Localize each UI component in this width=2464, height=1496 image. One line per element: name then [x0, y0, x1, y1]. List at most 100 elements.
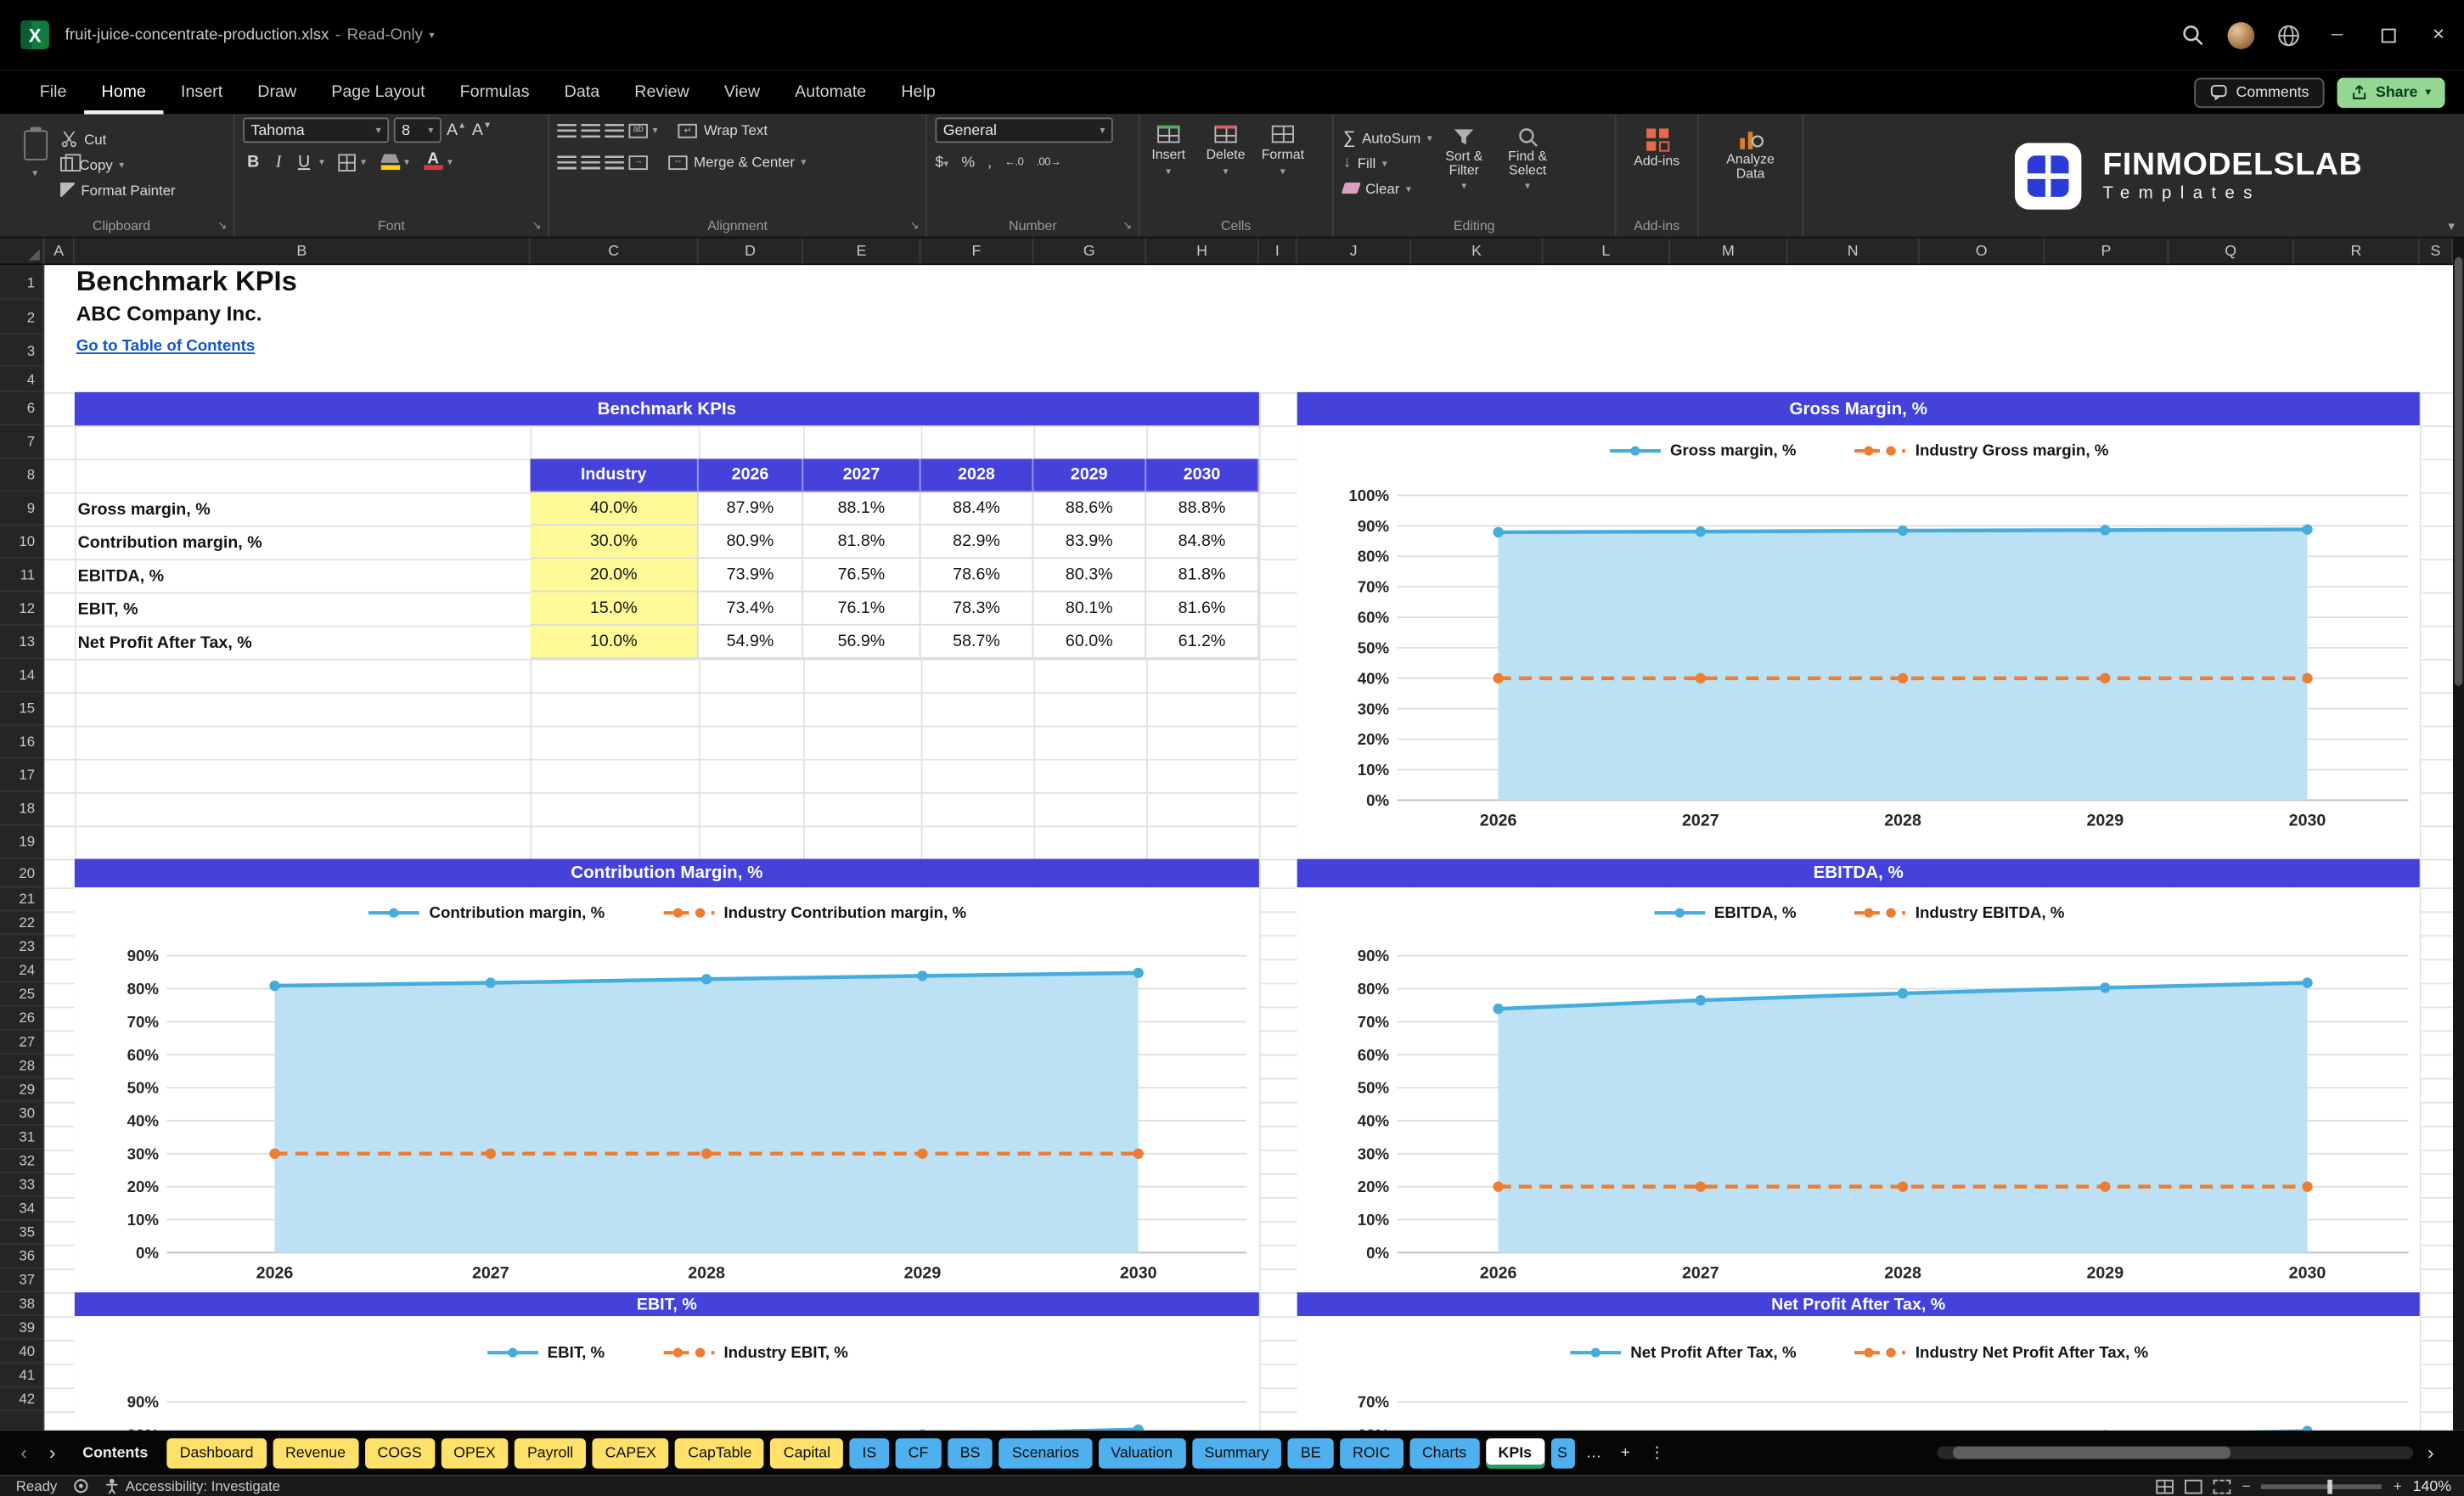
row-header-36[interactable]: 36 [0, 1245, 43, 1269]
tab-overflow-button[interactable]: … [1581, 1444, 1606, 1462]
fill-color-button[interactable] [380, 154, 400, 171]
zoom-out-button[interactable]: − [2242, 1478, 2251, 1494]
table-header-2028[interactable]: 2028 [920, 458, 1034, 492]
menu-tab-automate[interactable]: Automate [778, 70, 884, 114]
sheet-tab-capital[interactable]: Capital [770, 1437, 844, 1468]
ebitda-chart-banner[interactable]: EBITDA, % [1297, 858, 2420, 888]
kpi-value-cell[interactable]: 88.8% [1146, 492, 1259, 526]
font-color-button[interactable]: A [423, 152, 443, 171]
row-header-31[interactable]: 31 [0, 1126, 43, 1150]
sheet-tab-payroll[interactable]: Payroll [514, 1437, 587, 1468]
column-header-s[interactable]: S [2420, 238, 2453, 264]
decrease-decimal-button[interactable]: .00→ [1036, 156, 1061, 167]
sheet-tab-kpis[interactable]: KPIs [1485, 1437, 1545, 1468]
align-top-icon[interactable] [557, 122, 577, 138]
kpi-value-cell[interactable]: 81.8% [803, 525, 921, 560]
kpi-value-cell[interactable]: 81.8% [1146, 559, 1259, 593]
row-header-22[interactable]: 22 [0, 911, 43, 936]
sheet-tab-contents[interactable]: Contents [70, 1437, 160, 1468]
find-select-button[interactable]: Find & Select ▾ [1496, 124, 1560, 199]
paste-button[interactable]: ▾ [9, 127, 60, 200]
page-break-view-button[interactable] [2213, 1478, 2231, 1493]
number-dialog-launcher[interactable]: ↘ [1122, 219, 1132, 232]
menu-tab-view[interactable]: View [706, 70, 777, 114]
menu-tab-help[interactable]: Help [884, 70, 954, 114]
table-header-2026[interactable]: 2026 [698, 458, 804, 492]
column-header-m[interactable]: M [1670, 238, 1788, 264]
row-header-26[interactable]: 26 [0, 1007, 43, 1031]
row-header-39[interactable]: 39 [0, 1316, 43, 1341]
column-header-a[interactable]: A [44, 238, 75, 264]
menu-tab-file[interactable]: File [22, 70, 84, 114]
table-header-industry[interactable]: Industry [530, 458, 699, 492]
minimize-button[interactable]: ─ [2312, 0, 2363, 70]
row-header-21[interactable]: 21 [0, 887, 43, 912]
accessibility-status[interactable]: Accessibility: Investigate [104, 1478, 280, 1494]
increase-decimal-button[interactable]: ←.0 [1004, 156, 1024, 167]
tab-scroll-right-icon[interactable]: › [42, 1442, 64, 1464]
chart-ebit[interactable]: 0%10%20%30%40%50%60%70%80%90%20262027202… [74, 1316, 1259, 1431]
font-family-select[interactable]: Tahoma ▾ [243, 117, 390, 143]
npat-chart-banner[interactable]: Net Profit After Tax, % [1297, 1292, 2420, 1317]
macro-record-icon[interactable] [73, 1478, 89, 1494]
table-header-2030[interactable]: 2030 [1146, 458, 1259, 492]
format-painter-button[interactable]: Format Painter [60, 179, 176, 200]
kpi-value-cell[interactable]: 84.8% [1146, 525, 1259, 560]
tab-scroll-left-icon[interactable]: ‹ [13, 1442, 35, 1464]
sheet-tab-be[interactable]: BE [1287, 1437, 1334, 1468]
increase-font-button[interactable]: A▲ [446, 121, 466, 139]
autosum-button[interactable]: ∑ AutoSum ▾ [1343, 127, 1432, 148]
kpi-row-label[interactable]: Net Profit After Tax, % [76, 626, 531, 659]
tab-more-button[interactable]: ⋮ [1645, 1444, 1670, 1462]
vertical-scrollbar[interactable] [2452, 238, 2464, 1431]
select-all-corner[interactable] [0, 238, 45, 266]
column-header-q[interactable]: Q [2169, 238, 2295, 264]
comma-format-button[interactable]: , [987, 153, 992, 171]
orientation-button[interactable]: ab [628, 122, 648, 138]
zoom-in-button[interactable]: + [2394, 1478, 2402, 1494]
row-header-17[interactable]: 17 [0, 759, 43, 793]
row-header-7[interactable]: 7 [0, 425, 43, 459]
row-header-24[interactable]: 24 [0, 959, 43, 983]
row-header-12[interactable]: 12 [0, 592, 43, 626]
chart-gross-margin[interactable]: 0% 10% 20% 30% 40% 50% 60% 70% 80% 90% 100% 2026 202… [1297, 425, 2420, 859]
close-button[interactable]: ✕ [2413, 0, 2464, 70]
insert-cells-button[interactable]: Insert ▾ [1140, 122, 1197, 177]
sheet-tab-is[interactable]: IS [849, 1437, 890, 1468]
row-header-30[interactable]: 30 [0, 1102, 43, 1126]
menu-tab-formulas[interactable]: Formulas [442, 70, 547, 114]
column-header-k[interactable]: K [1411, 238, 1544, 264]
column-header-f[interactable]: F [921, 238, 1034, 264]
copy-button[interactable]: Copy ▾ [60, 154, 176, 174]
menu-tab-draw[interactable]: Draw [240, 70, 314, 114]
row-header-20[interactable]: 20 [0, 859, 43, 888]
chart-ebitda[interactable]: 0% 10% 20% 30% 40% 50% 60% 70% 80% 90% 2026 2027 202… [1297, 887, 2420, 1293]
menu-tab-page-layout[interactable]: Page Layout [314, 70, 442, 114]
sheet-tab-roic[interactable]: ROIC [1340, 1437, 1404, 1468]
alignment-dialog-launcher[interactable]: ↘ [910, 219, 920, 232]
row-header-6[interactable]: 6 [0, 392, 43, 426]
cut-button[interactable]: Cut [60, 128, 176, 149]
column-header-j[interactable]: J [1297, 238, 1412, 264]
fill-button[interactable]: ↓ Fill ▾ [1343, 153, 1432, 173]
indent-button[interactable]: → [628, 155, 648, 170]
sheet-tab-cogs[interactable]: COGS [364, 1437, 435, 1468]
horizontal-scrollbar[interactable] [1937, 1446, 2414, 1459]
clipboard-dialog-launcher[interactable]: ↘ [217, 219, 227, 232]
row-header-35[interactable]: 35 [0, 1221, 43, 1246]
kpi-value-cell[interactable]: 80.1% [1033, 592, 1147, 626]
sheet-tab-bs[interactable]: BS [947, 1437, 993, 1468]
sheet-tab-cf[interactable]: CF [895, 1437, 942, 1468]
kpi-value-cell[interactable]: 81.6% [1146, 592, 1259, 626]
wrap-text-button[interactable]: ↵ Wrap Text [678, 120, 768, 140]
maximize-button[interactable] [2362, 0, 2413, 70]
sheet-tab-opex[interactable]: OPEX [441, 1437, 509, 1468]
underline-button[interactable]: U [294, 153, 314, 172]
industry-value-cell[interactable]: 40.0% [530, 492, 699, 526]
column-header-b[interactable]: B [75, 238, 531, 264]
sheet-tab-s[interactable]: S [1550, 1437, 1575, 1468]
font-dialog-launcher[interactable]: ↘ [532, 219, 542, 232]
kpi-table-banner[interactable]: Benchmark KPIs [74, 391, 1259, 426]
column-header-d[interactable]: D [699, 238, 804, 264]
row-header-3[interactable]: 3 [0, 335, 43, 367]
